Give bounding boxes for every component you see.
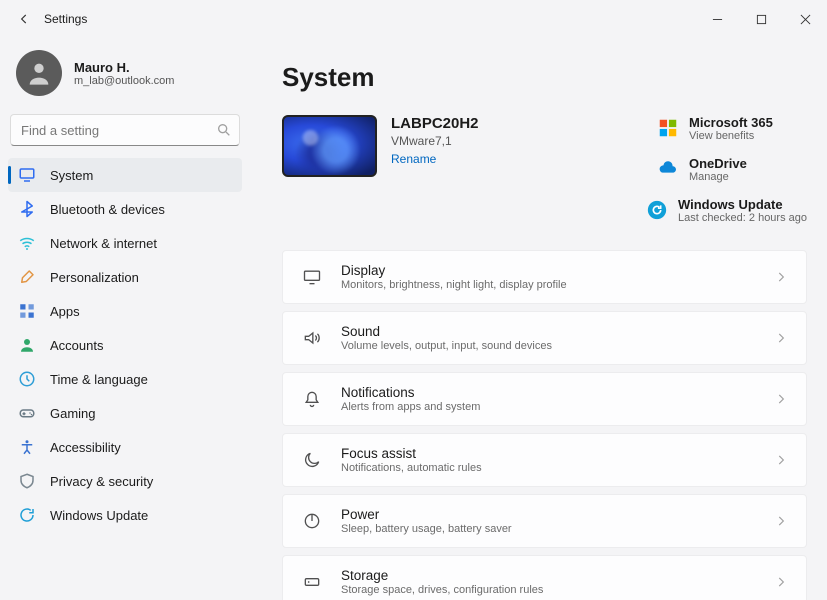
sidebar-item-gaming[interactable]: Gaming — [8, 396, 242, 430]
accessibility-icon — [18, 438, 36, 456]
setting-title: Focus assist — [341, 446, 756, 461]
sidebar-item-label: Personalization — [50, 270, 139, 285]
quicklink-windows-update[interactable]: Windows UpdateLast checked: 2 hours ago — [646, 197, 807, 224]
sidebar-item-time-language[interactable]: Time & language — [8, 362, 242, 396]
device-info: LABPC20H2 VMware7,1 Rename — [282, 115, 479, 177]
setting-sub: Volume levels, output, input, sound devi… — [341, 340, 756, 352]
apps-icon — [18, 302, 36, 320]
setting-display[interactable]: DisplayMonitors, brightness, night light… — [282, 250, 807, 304]
setting-power[interactable]: PowerSleep, battery usage, battery saver — [282, 494, 807, 548]
close-button[interactable] — [783, 5, 827, 33]
sidebar-item-label: Bluetooth & devices — [50, 202, 165, 217]
update-icon — [18, 506, 36, 524]
sidebar-item-windows-update[interactable]: Windows Update — [8, 498, 242, 532]
gamepad-icon — [18, 404, 36, 422]
clock-globe-icon — [18, 370, 36, 388]
chevron-right-icon — [774, 392, 788, 406]
setting-sub: Monitors, brightness, night light, displ… — [341, 279, 756, 291]
wifi-icon — [18, 234, 36, 252]
shield-icon — [18, 472, 36, 490]
storage-icon — [301, 571, 323, 593]
setting-title: Storage — [341, 568, 756, 583]
profile-block[interactable]: Mauro H. m_lab@outlook.com — [16, 50, 238, 96]
maximize-button[interactable] — [739, 5, 783, 33]
sidebar-item-label: Apps — [50, 304, 80, 319]
setting-sound[interactable]: SoundVolume levels, output, input, sound… — [282, 311, 807, 365]
onedrive-icon — [657, 158, 679, 180]
quicklink-title: Microsoft 365 — [689, 115, 773, 130]
focus-assist-icon — [301, 449, 323, 471]
power-icon — [301, 510, 323, 532]
notifications-icon — [301, 388, 323, 410]
chevron-right-icon — [774, 453, 788, 467]
sidebar-item-label: System — [50, 168, 93, 183]
quicklink-onedrive[interactable]: OneDriveManage — [657, 156, 807, 183]
setting-title: Power — [341, 507, 756, 522]
search-box — [10, 114, 240, 146]
desktop-preview — [282, 115, 377, 177]
minimize-button[interactable] — [695, 5, 739, 33]
setting-sub: Alerts from apps and system — [341, 401, 756, 413]
update-sync-icon — [646, 199, 668, 221]
sidebar-item-label: Windows Update — [50, 508, 148, 523]
profile-email: m_lab@outlook.com — [74, 75, 174, 87]
person-icon — [18, 336, 36, 354]
chevron-right-icon — [774, 514, 788, 528]
sidebar-item-label: Network & internet — [50, 236, 157, 251]
setting-title: Sound — [341, 324, 756, 339]
search-icon — [216, 122, 232, 138]
back-button[interactable] — [12, 7, 36, 31]
sidebar-item-personalization[interactable]: Personalization — [8, 260, 242, 294]
setting-title: Display — [341, 263, 756, 278]
chevron-right-icon — [774, 575, 788, 589]
quicklink-sub: Manage — [689, 171, 747, 183]
sidebar-item-system[interactable]: System — [8, 158, 242, 192]
device-name: LABPC20H2 — [391, 115, 479, 132]
quicklink-microsoft-[interactable]: Microsoft 365View benefits — [657, 115, 807, 142]
setting-title: Notifications — [341, 385, 756, 400]
chevron-right-icon — [774, 270, 788, 284]
sidebar-item-label: Accessibility — [50, 440, 121, 455]
chevron-right-icon — [774, 331, 788, 345]
setting-storage[interactable]: StorageStorage space, drives, configurat… — [282, 555, 807, 600]
sidebar-item-label: Accounts — [50, 338, 103, 353]
avatar — [16, 50, 62, 96]
quicklink-sub: Last checked: 2 hours ago — [678, 212, 807, 224]
quicklink-title: OneDrive — [689, 156, 747, 171]
sidebar-item-label: Time & language — [50, 372, 148, 387]
setting-sub: Storage space, drives, configuration rul… — [341, 584, 756, 596]
setting-focus-assist[interactable]: Focus assistNotifications, automatic rul… — [282, 433, 807, 487]
sidebar-item-apps[interactable]: Apps — [8, 294, 242, 328]
search-input[interactable] — [10, 114, 240, 146]
profile-name: Mauro H. — [74, 60, 174, 75]
ms365-icon — [657, 117, 679, 139]
quicklink-title: Windows Update — [678, 197, 807, 212]
system-icon — [18, 166, 36, 184]
setting-sub: Notifications, automatic rules — [341, 462, 756, 474]
bluetooth-icon — [18, 200, 36, 218]
setting-notifications[interactable]: NotificationsAlerts from apps and system — [282, 372, 807, 426]
display-icon — [301, 266, 323, 288]
sidebar-item-label: Privacy & security — [50, 474, 153, 489]
sidebar-item-network-internet[interactable]: Network & internet — [8, 226, 242, 260]
setting-sub: Sleep, battery usage, battery saver — [341, 523, 756, 535]
sound-icon — [301, 327, 323, 349]
sidebar-item-accessibility[interactable]: Accessibility — [8, 430, 242, 464]
device-model: VMware7,1 — [391, 134, 479, 148]
window-title: Settings — [44, 12, 87, 26]
brush-icon — [18, 268, 36, 286]
sidebar-item-accounts[interactable]: Accounts — [8, 328, 242, 362]
rename-link[interactable]: Rename — [391, 152, 436, 166]
page-title: System — [282, 62, 807, 93]
sidebar-item-privacy-security[interactable]: Privacy & security — [8, 464, 242, 498]
sidebar-item-label: Gaming — [50, 406, 96, 421]
sidebar-item-bluetooth-devices[interactable]: Bluetooth & devices — [8, 192, 242, 226]
quicklink-sub: View benefits — [689, 130, 773, 142]
